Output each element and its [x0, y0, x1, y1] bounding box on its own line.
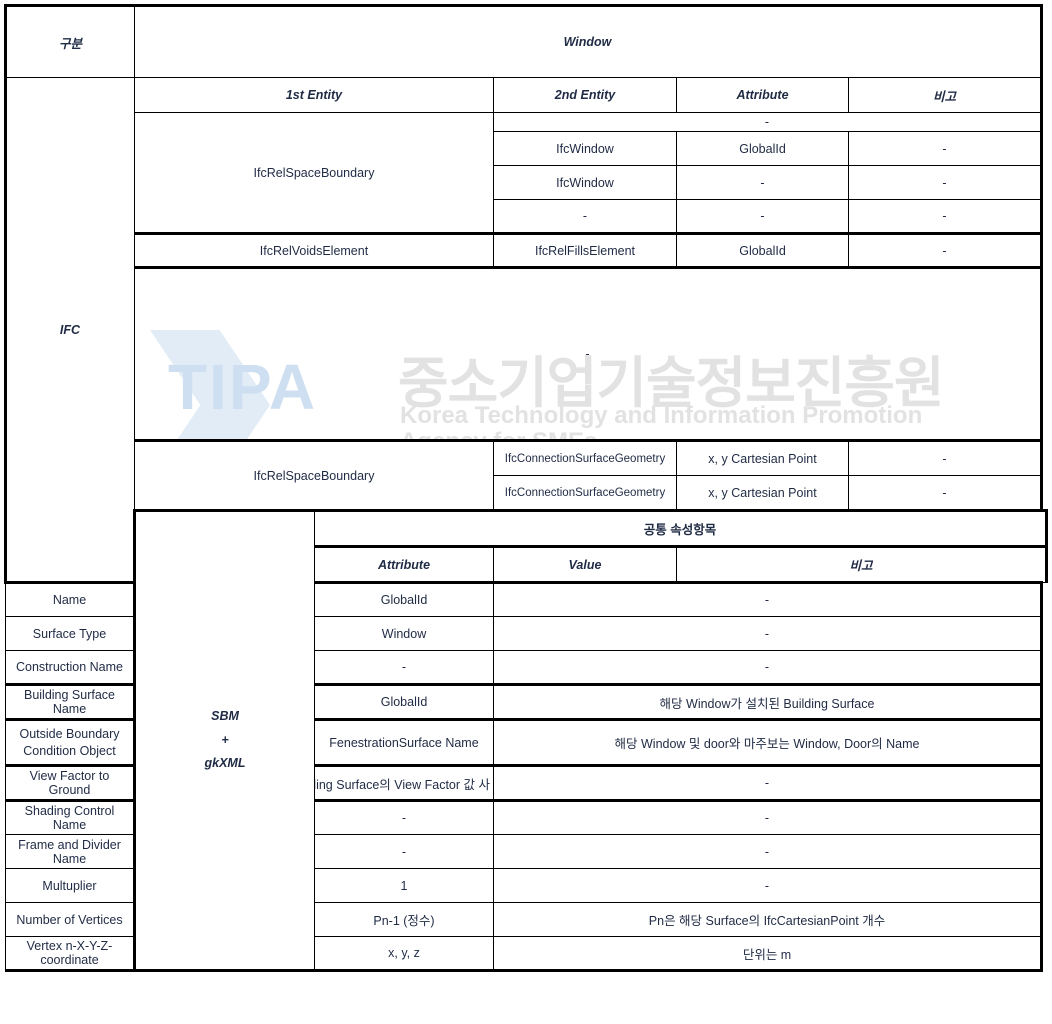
- sbm-attribute: Shading Control Name: [5, 799, 135, 835]
- ifc-note: -: [847, 131, 1044, 166]
- sbm-value: 1: [314, 868, 494, 903]
- ifc-note: -: [847, 165, 1044, 200]
- section-label-ifc: IFC: [4, 77, 135, 583]
- sbm-note: -: [492, 868, 1044, 903]
- sbm-attribute: Vertex n-X-Y-Z-coordinate: [5, 936, 135, 972]
- ifc-merged-dash-top: -: [492, 112, 1044, 132]
- sbm-note: -: [492, 581, 1044, 617]
- ifc-note: -: [847, 199, 1044, 234]
- sbm-value: Window: [314, 616, 494, 651]
- sbm-column-header-note: 비고: [676, 545, 1048, 583]
- sbm-value: GlobalId: [314, 683, 494, 720]
- sbm-note: -: [492, 834, 1044, 869]
- ifc-attribute: x, y Cartesian Point: [676, 475, 849, 511]
- specification-table: 구분 Window IFC 1st Entity 2nd Entity Attr…: [4, 4, 1048, 972]
- table-title-row: 구분 Window: [4, 4, 1047, 78]
- sbm-attribute: Construction Name: [5, 650, 135, 685]
- section-label-sbm-line3: gkXML: [204, 756, 246, 771]
- corner-label: 구분: [4, 4, 135, 78]
- sbm-attribute-line1: Outside Boundary: [19, 726, 120, 741]
- table-page: TIPA 중소기업기술정보진흥원 Korea Technology and In…: [0, 0, 1052, 1024]
- section-label-sbm-line2: +: [221, 732, 229, 747]
- column-header-attribute: Attribute: [676, 77, 849, 113]
- ifc-note: -: [847, 232, 1044, 268]
- column-header-1st-entity: 1st Entity: [134, 77, 494, 113]
- ifc-second-entity-fills: IfcRelFillsElement: [493, 232, 677, 268]
- sbm-value: -: [314, 799, 494, 835]
- sbm-note: -: [492, 616, 1044, 651]
- sbm-column-header-value: Value: [493, 545, 677, 583]
- ifc-second-entity-conn: IfcConnectionSurfaceGeometry: [493, 475, 677, 511]
- ifc-first-entity-space-boundary-2: IfcRelSpaceBoundary: [134, 439, 494, 511]
- ifc-second-entity: IfcWindow: [493, 165, 677, 200]
- ifc-attribute: x, y Cartesian Point: [676, 439, 849, 476]
- sbm-attribute: Multuplier: [5, 868, 135, 903]
- sbm-value-text: ding Surface의 View Factor 값 사: [314, 777, 491, 792]
- ifc-merged-dash-middle: -: [133, 266, 1044, 441]
- sbm-section-title-row: SBM + gkXML 공통 속성항목: [6, 509, 1048, 972]
- ifc-first-entity-space-boundary: IfcRelSpaceBoundary: [134, 112, 494, 234]
- sbm-section-title: 공통 속성항목: [314, 509, 1048, 547]
- sbm-value: x, y, z: [314, 936, 494, 972]
- page-title: Window: [133, 4, 1044, 78]
- ifc-row-voids-fills: IfcRelVoidsElement IfcRelFillsElement Gl…: [6, 232, 1047, 268]
- sbm-value: -: [314, 650, 494, 685]
- sbm-note: -: [492, 799, 1044, 835]
- sbm-note: Pn은 해당 Surface의 IfcCartesianPoint 개수: [492, 902, 1044, 937]
- sbm-attribute: Building Surface Name: [5, 683, 135, 720]
- sbm-value: GlobalId: [314, 581, 494, 617]
- ifc-attribute: -: [676, 199, 849, 234]
- sbm-value: FenestrationSurface Name: [314, 718, 494, 766]
- sbm-note: 해당 Window 및 door와 마주보는 Window, Door의 Nam…: [492, 718, 1044, 766]
- sbm-attribute: Number of Vertices: [5, 902, 135, 937]
- ifc-second-entity: -: [493, 199, 677, 234]
- ifc-first-entity-voids: IfcRelVoidsElement: [134, 232, 494, 268]
- sbm-value: -: [314, 834, 494, 869]
- sbm-note: 단위는 m: [492, 936, 1044, 972]
- section-label-sbm: SBM + gkXML: [133, 509, 315, 972]
- ifc-second-entity: IfcWindow: [493, 131, 677, 166]
- ifc-column-header-row: IFC 1st Entity 2nd Entity Attribute 비고: [4, 77, 1047, 583]
- ifc-second-entity-conn: IfcConnectionSurfaceGeometry: [493, 439, 677, 476]
- sbm-attribute-line2: Condition Object: [23, 743, 116, 758]
- sbm-attribute: View Factor to Ground: [5, 764, 135, 801]
- sbm-attribute: Surface Type: [5, 616, 135, 651]
- column-header-2nd-entity: 2nd Entity: [493, 77, 677, 113]
- sbm-value: Pn-1 (정수): [314, 902, 494, 937]
- sbm-value-clipped: ding Surface의 View Factor 값 사: [314, 764, 494, 801]
- ifc-row-merged-dash-middle: -: [6, 266, 1047, 441]
- sbm-note: 해당 Window가 설치된 Building Surface: [492, 683, 1044, 720]
- section-label-sbm-line1: SBM: [211, 708, 239, 723]
- ifc-row-conn-1: IfcRelSpaceBoundary IfcConnectionSurface…: [6, 439, 1047, 511]
- sbm-note: -: [492, 764, 1044, 801]
- sbm-note: -: [492, 650, 1044, 685]
- sbm-attribute: Name: [5, 581, 135, 617]
- ifc-note: -: [847, 439, 1044, 476]
- ifc-attribute: GlobalId: [676, 232, 849, 268]
- sbm-attribute: Frame and Divider Name: [5, 834, 135, 869]
- ifc-attribute: -: [676, 165, 849, 200]
- ifc-note: -: [847, 475, 1044, 511]
- ifc-attribute: GlobalId: [676, 131, 849, 166]
- sbm-attribute: Outside Boundary Condition Object: [5, 718, 135, 766]
- ifc-row-merged-dash-top: IfcRelSpaceBoundary -: [6, 112, 1047, 234]
- column-header-note: 비고: [847, 77, 1044, 113]
- sbm-column-header-attribute: Attribute: [314, 545, 494, 583]
